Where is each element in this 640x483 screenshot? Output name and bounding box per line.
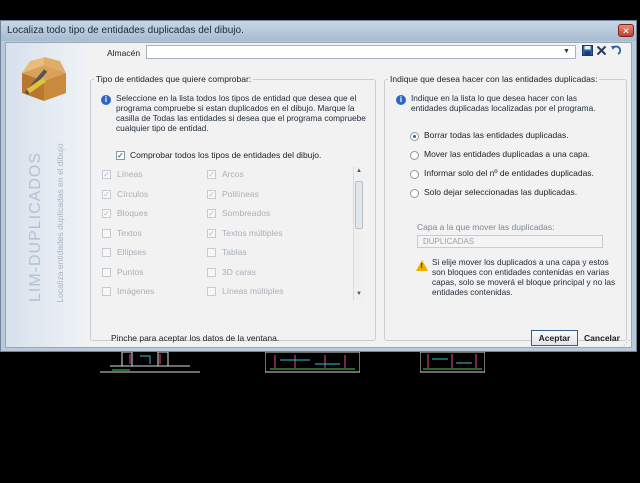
entity-type-checkbox[interactable]: ✓: [207, 170, 216, 179]
entity-list-scrollbar[interactable]: ▲ ▼: [353, 167, 364, 300]
scrollbar-thumb[interactable]: [355, 181, 363, 229]
entity-type-label: Arcos: [222, 169, 244, 179]
action-group-title: Indique que desea hacer con las entidade…: [388, 74, 600, 84]
entity-type-label: Puntos: [117, 266, 144, 277]
cad-drawing-fragment: [420, 352, 485, 382]
cancel-button[interactable]: Cancelar: [580, 330, 624, 346]
entity-type-checkbox[interactable]: [207, 287, 216, 296]
chevron-down-icon[interactable]: ▼: [563, 48, 570, 55]
entity-type-checkbox[interactable]: [102, 287, 111, 296]
dialog-window: Localiza todo tipo de entidades duplicad…: [0, 20, 637, 352]
cad-drawing-fragment: [265, 352, 360, 382]
entity-type-label: Ellipses: [117, 247, 147, 257]
resize-grip[interactable]: ⋰: [623, 339, 630, 347]
cad-drawing-fragment: [100, 352, 200, 382]
brand-panel: LIM-DUPLICADOS Localiza entidades duplic…: [6, 43, 84, 347]
capa-label: Capa a la que mover las duplicadas:: [417, 222, 555, 232]
action-option-label: Borrar todas las entidades duplicadas.: [424, 130, 569, 140]
save-icon[interactable]: [581, 45, 593, 58]
action-description: Indique en la lista lo que desea hacer c…: [411, 93, 596, 113]
entity-type-checkbox[interactable]: ✓: [102, 209, 111, 218]
action-radio-1[interactable]: [410, 132, 419, 141]
entity-type-checkbox[interactable]: [102, 228, 111, 238]
entity-type-label: Líneas múltiples: [222, 286, 284, 296]
warning-text: Si elije mover los duplicados a una capa…: [432, 257, 616, 297]
scroll-down-icon[interactable]: ▼: [354, 291, 364, 297]
entity-type-checkbox[interactable]: [207, 248, 216, 257]
action-option-label: Mover las entidades duplicadas a una cap…: [424, 149, 590, 159]
status-text: Pinche para aceptar los datos de la vent…: [111, 333, 280, 343]
entity-types-description: Seleccione en la lista todos los tipos d…: [116, 93, 366, 133]
dialog-client: LIM-DUPLICADOS Localiza entidades duplic…: [5, 42, 632, 348]
entity-type-label: Textos múltiples: [222, 227, 283, 238]
entity-types-title: Tipo de entidades que quiere comprobar:: [94, 74, 254, 84]
entity-type-list: ✓ Líneas ✓ Círculos ✓ Bloques Textos Ellipses Pu…: [102, 167, 372, 303]
almacen-label: Almacén: [107, 48, 141, 58]
window-close-button[interactable]: ✕: [618, 24, 634, 37]
action-options: Borrar todas las entidades duplicadas. Mo…: [410, 130, 622, 214]
window-title: Localiza todo tipo de entidades duplicad…: [7, 25, 244, 36]
entity-type-checkbox[interactable]: [102, 267, 111, 277]
undo-icon[interactable]: [609, 45, 621, 58]
action-radio-2[interactable]: [410, 151, 419, 160]
entity-type-checkbox[interactable]: ✓: [102, 170, 111, 179]
action-radio-3[interactable]: [410, 170, 419, 179]
entity-type-checkbox[interactable]: ✓: [207, 189, 216, 199]
action-radio-4[interactable]: [410, 189, 419, 198]
info-icon: i: [396, 95, 406, 105]
close-icon[interactable]: [595, 45, 607, 58]
entity-type-label: Tablas: [222, 247, 247, 257]
check-all-label: Comprobar todos los tipos de entidades d…: [130, 150, 322, 160]
info-icon: i: [101, 95, 111, 105]
check-all-checkbox[interactable]: ✓: [116, 151, 125, 160]
entity-type-checkbox[interactable]: ✓: [102, 189, 111, 199]
entity-type-checkbox[interactable]: [102, 248, 111, 257]
scroll-up-icon[interactable]: ▲: [354, 168, 364, 174]
accept-button[interactable]: Aceptar: [531, 330, 578, 346]
action-option-label: Informar solo del nº de entidades duplic…: [424, 168, 594, 178]
entity-type-label: 3D caras: [222, 266, 257, 277]
entity-type-label: Sombreados: [222, 208, 271, 218]
entity-type-checkbox[interactable]: ✓: [207, 228, 216, 238]
capa-input[interactable]: DUPLICADAS: [417, 235, 603, 248]
entity-type-checkbox[interactable]: [207, 267, 216, 277]
entity-type-label: Círculos: [117, 188, 149, 199]
brand-product-name: LIM-DUPLICADOS: [27, 151, 44, 303]
entity-type-checkbox[interactable]: ✓: [207, 209, 216, 218]
entity-type-label: Líneas: [117, 169, 143, 179]
title-bar[interactable]: Localiza todo tipo de entidades duplicad…: [1, 21, 636, 41]
entity-type-label: Textos: [117, 227, 142, 238]
action-option-label: Solo dejar seleccionadas las duplicadas.: [424, 187, 578, 197]
entity-type-label: Bloques: [117, 208, 148, 218]
entity-type-label: Imágenes: [117, 286, 155, 296]
warning-icon-mark: !: [420, 262, 423, 270]
brand-tagline: Localiza entidades duplicadas en el dibu…: [55, 143, 65, 303]
almacen-combobox[interactable]: [146, 45, 576, 59]
entity-type-label: Polilíneas: [222, 188, 259, 199]
